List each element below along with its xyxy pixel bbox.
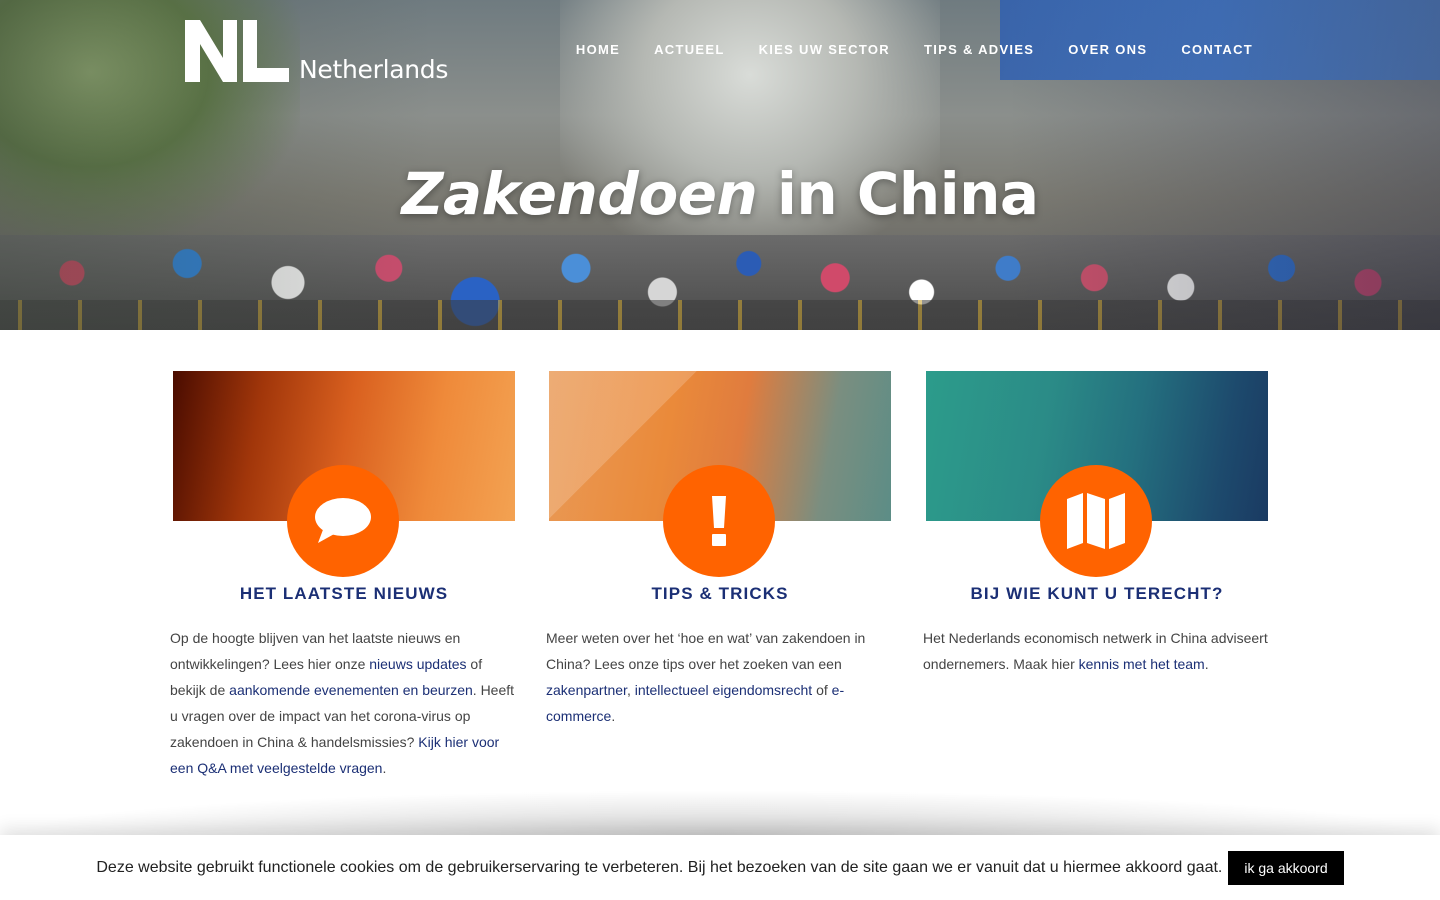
cookie-bar: Deze website gebruikt functionele cookie… <box>0 835 1440 900</box>
card-title: HET LAATSTE NIEUWS <box>239 584 449 603</box>
link-intellectueel-eigendomsrecht[interactable]: intellectueel eigendomsrecht <box>635 682 812 698</box>
card-title: TIPS & TRICKS <box>651 584 789 603</box>
card-text: Het Nederlands economisch netwerk in Chi… <box>923 630 1268 672</box>
nl-logo-mark-icon <box>185 20 289 82</box>
nav-tips-advies[interactable]: TIPS & ADVIES <box>924 42 1034 57</box>
link-nieuws-updates[interactable]: nieuws updates <box>369 656 466 672</box>
cookie-accept-button[interactable]: ik ga akkoord <box>1228 850 1344 885</box>
nav-over-ons[interactable]: OVER ONS <box>1068 42 1147 57</box>
nav-kies-uw-sector[interactable]: KIES UW SECTOR <box>759 42 890 57</box>
page-title: Zakendoen in China <box>0 160 1440 228</box>
main-nav: HOME ACTUEEL KIES UW SECTOR TIPS & ADVIE… <box>542 42 1253 57</box>
card-tips: TIPS & TRICKS Meer weten over het ‘hoe e… <box>546 371 891 724</box>
card-icon-circle[interactable] <box>287 465 399 577</box>
exclamation-icon <box>712 496 726 546</box>
speech-bubble-icon <box>315 498 371 543</box>
card-text: Op de hoogte blijven van het laatste nie… <box>170 630 515 776</box>
card-news: HET LAATSTE NIEUWS Op de hoogte blijven … <box>170 371 515 776</box>
card-text: Meer weten over het ‘hoe en wat’ van zak… <box>546 630 866 724</box>
card-contact-team: BIJ WIE KUNT U TERECHT? Het Nederlands e… <box>923 371 1268 672</box>
logo[interactable]: Netherlands <box>185 18 465 82</box>
page-title-emphasis: Zakendoen <box>401 160 758 228</box>
nav-home[interactable]: HOME <box>576 42 620 57</box>
nav-actueel[interactable]: ACTUEEL <box>654 42 725 57</box>
card-icon-circle[interactable] <box>663 465 775 577</box>
logo-text: Netherlands <box>299 55 449 84</box>
link-kennis-met-het-team[interactable]: kennis met het team <box>1079 656 1205 672</box>
card-icon-circle[interactable] <box>1040 465 1152 577</box>
cookie-message: Deze website gebruikt functionele cookie… <box>96 858 1223 876</box>
link-evenementen-beurzen[interactable]: aankomende evenementen en beurzen <box>229 682 473 698</box>
page-title-rest: in China <box>777 160 1039 228</box>
link-zakenpartner[interactable]: zakenpartner <box>546 682 627 698</box>
map-icon <box>1067 493 1125 549</box>
card-title: BIJ WIE KUNT U TERECHT? <box>970 584 1224 603</box>
nav-contact[interactable]: CONTACT <box>1181 42 1253 57</box>
